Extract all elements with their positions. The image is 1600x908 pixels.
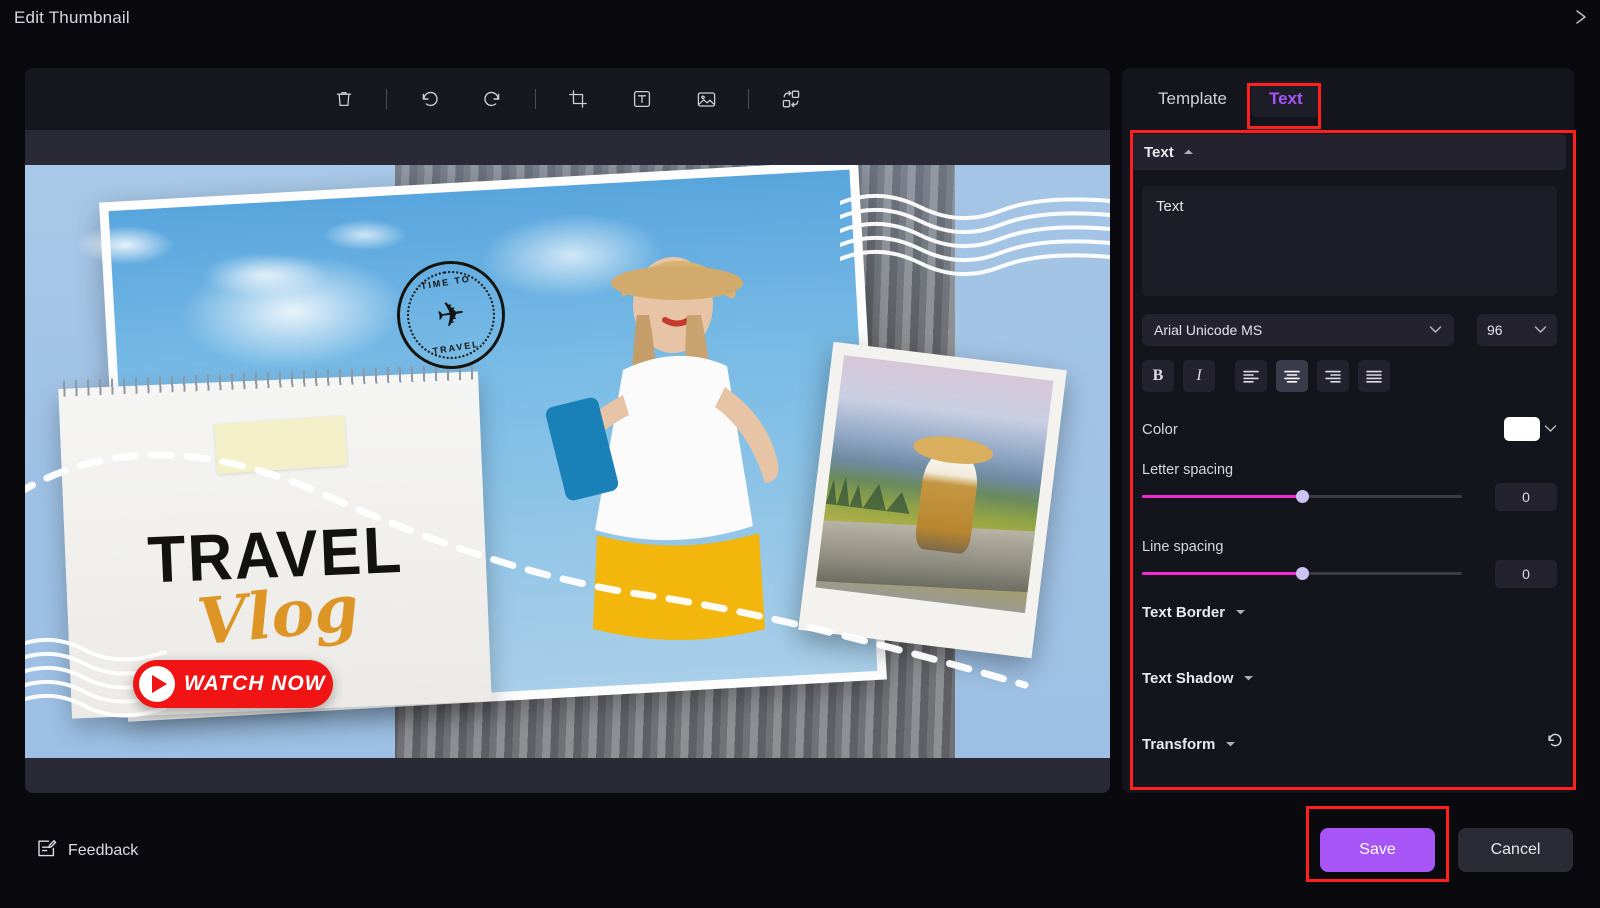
- text-section-header[interactable]: Text: [1130, 134, 1566, 170]
- airplane-icon: ✈: [433, 294, 469, 336]
- reset-icon[interactable]: [1542, 727, 1568, 753]
- align-justify-button[interactable]: [1358, 360, 1390, 392]
- text-section-title: Text: [1144, 143, 1174, 161]
- italic-button[interactable]: I: [1183, 360, 1215, 392]
- redo-button[interactable]: [471, 79, 515, 119]
- align-center-button[interactable]: [1276, 360, 1308, 392]
- text-shadow-label: Text Shadow: [1142, 669, 1234, 687]
- color-row: Color: [1142, 414, 1557, 444]
- feedback-label: Feedback: [68, 842, 139, 859]
- letter-spacing-label: Letter spacing: [1142, 462, 1234, 478]
- line-spacing-slider[interactable]: [1142, 567, 1462, 580]
- titlebar: Edit Thumbnail: [0, 0, 1600, 48]
- bold-button[interactable]: B: [1142, 360, 1174, 392]
- undo-button[interactable]: [407, 79, 451, 119]
- tape-strip: [214, 415, 348, 475]
- letter-spacing-control: Letter spacing 0: [1142, 462, 1557, 511]
- align-right-button[interactable]: [1317, 360, 1349, 392]
- wave-decoration-top-right: [840, 193, 1110, 277]
- chevron-up-icon[interactable]: [1183, 143, 1194, 161]
- transform-label: Transform: [1142, 735, 1216, 753]
- toolbar-divider-3: [748, 89, 749, 109]
- font-family-select[interactable]: Arial Unicode MS: [1142, 314, 1454, 346]
- italic-glyph: I: [1196, 367, 1202, 384]
- chevron-down-icon: [1225, 735, 1236, 753]
- chevron-down-icon: [1534, 321, 1547, 339]
- save-button[interactable]: Save: [1320, 828, 1435, 872]
- canvas-toolbar: [25, 68, 1110, 130]
- toolbar-divider-2: [535, 89, 536, 109]
- tab-template[interactable]: Template: [1140, 81, 1245, 117]
- font-row: Arial Unicode MS 96: [1142, 314, 1557, 346]
- add-text-button[interactable]: [620, 79, 664, 119]
- swap-layers-icon[interactable]: [769, 79, 813, 119]
- watch-now-button[interactable]: WATCH NOW: [133, 660, 333, 708]
- play-icon: [139, 666, 175, 702]
- line-spacing-label: Line spacing: [1142, 539, 1224, 555]
- watch-now-label: WATCH NOW: [184, 672, 326, 695]
- page-title: Edit Thumbnail: [14, 8, 130, 27]
- canvas-top-band: [25, 130, 1110, 165]
- text-style-row: B I: [1142, 360, 1557, 392]
- letter-spacing-value[interactable]: 0: [1495, 483, 1557, 511]
- letter-spacing-slider[interactable]: [1142, 490, 1462, 503]
- crop-button[interactable]: [556, 79, 600, 119]
- align-left-button[interactable]: [1235, 360, 1267, 392]
- font-family-value: Arial Unicode MS: [1154, 322, 1263, 338]
- tab-text[interactable]: Text: [1250, 81, 1321, 117]
- line-spacing-value[interactable]: 0: [1495, 560, 1557, 588]
- polaroid-image: [815, 355, 1054, 614]
- font-size-value: 96: [1487, 322, 1503, 338]
- chevron-down-icon: [1243, 669, 1254, 687]
- panel-tabs: Template Text: [1122, 68, 1574, 130]
- delete-button[interactable]: [322, 79, 366, 119]
- canvas-bottom-band: [25, 758, 1110, 793]
- text-properties-body: Text Arial Unicode MS 96 B I Color Lette…: [1122, 178, 1574, 793]
- polaroid-hat: [912, 432, 995, 468]
- add-image-button[interactable]: [684, 79, 728, 119]
- color-swatch[interactable]: [1504, 417, 1540, 441]
- chevron-down-icon: [1235, 603, 1246, 621]
- polaroid-trees: [826, 462, 915, 514]
- polaroid-photo[interactable]: [798, 341, 1067, 659]
- chevron-down-icon: [1429, 321, 1442, 339]
- toolbar-divider-1: [386, 89, 387, 109]
- line-spacing-control: Line spacing 0: [1142, 539, 1557, 588]
- chevron-down-icon: [1544, 420, 1557, 438]
- thumbnail-canvas[interactable]: TRAVEL Vlog TIME TO ✈ TRAVEL WATCH NOW: [25, 165, 1110, 758]
- clouds: [65, 205, 405, 355]
- properties-panel: Template Text Text Text Arial Unicode MS: [1122, 68, 1574, 793]
- color-picker[interactable]: [1504, 417, 1557, 441]
- text-shadow-section[interactable]: Text Shadow: [1142, 665, 1557, 691]
- text-input[interactable]: Text: [1142, 186, 1557, 296]
- close-icon[interactable]: [1564, 2, 1598, 32]
- feedback-edit-icon: [36, 838, 57, 864]
- font-size-select[interactable]: 96: [1477, 314, 1557, 346]
- editor-panel: TRAVEL Vlog TIME TO ✈ TRAVEL WATCH NOW: [25, 68, 1110, 793]
- text-border-section[interactable]: Text Border: [1142, 599, 1557, 625]
- bold-glyph: B: [1152, 367, 1164, 384]
- edit-thumbnail-dialog: Edit Thumbnail TRAVEL Vlog TIME TO ✈ TRA…: [0, 0, 1600, 908]
- feedback-button[interactable]: Feedback: [36, 836, 138, 866]
- color-label: Color: [1142, 420, 1178, 438]
- transform-section[interactable]: Transform: [1142, 731, 1557, 757]
- cancel-button[interactable]: Cancel: [1458, 828, 1573, 872]
- text-border-label: Text Border: [1142, 603, 1226, 621]
